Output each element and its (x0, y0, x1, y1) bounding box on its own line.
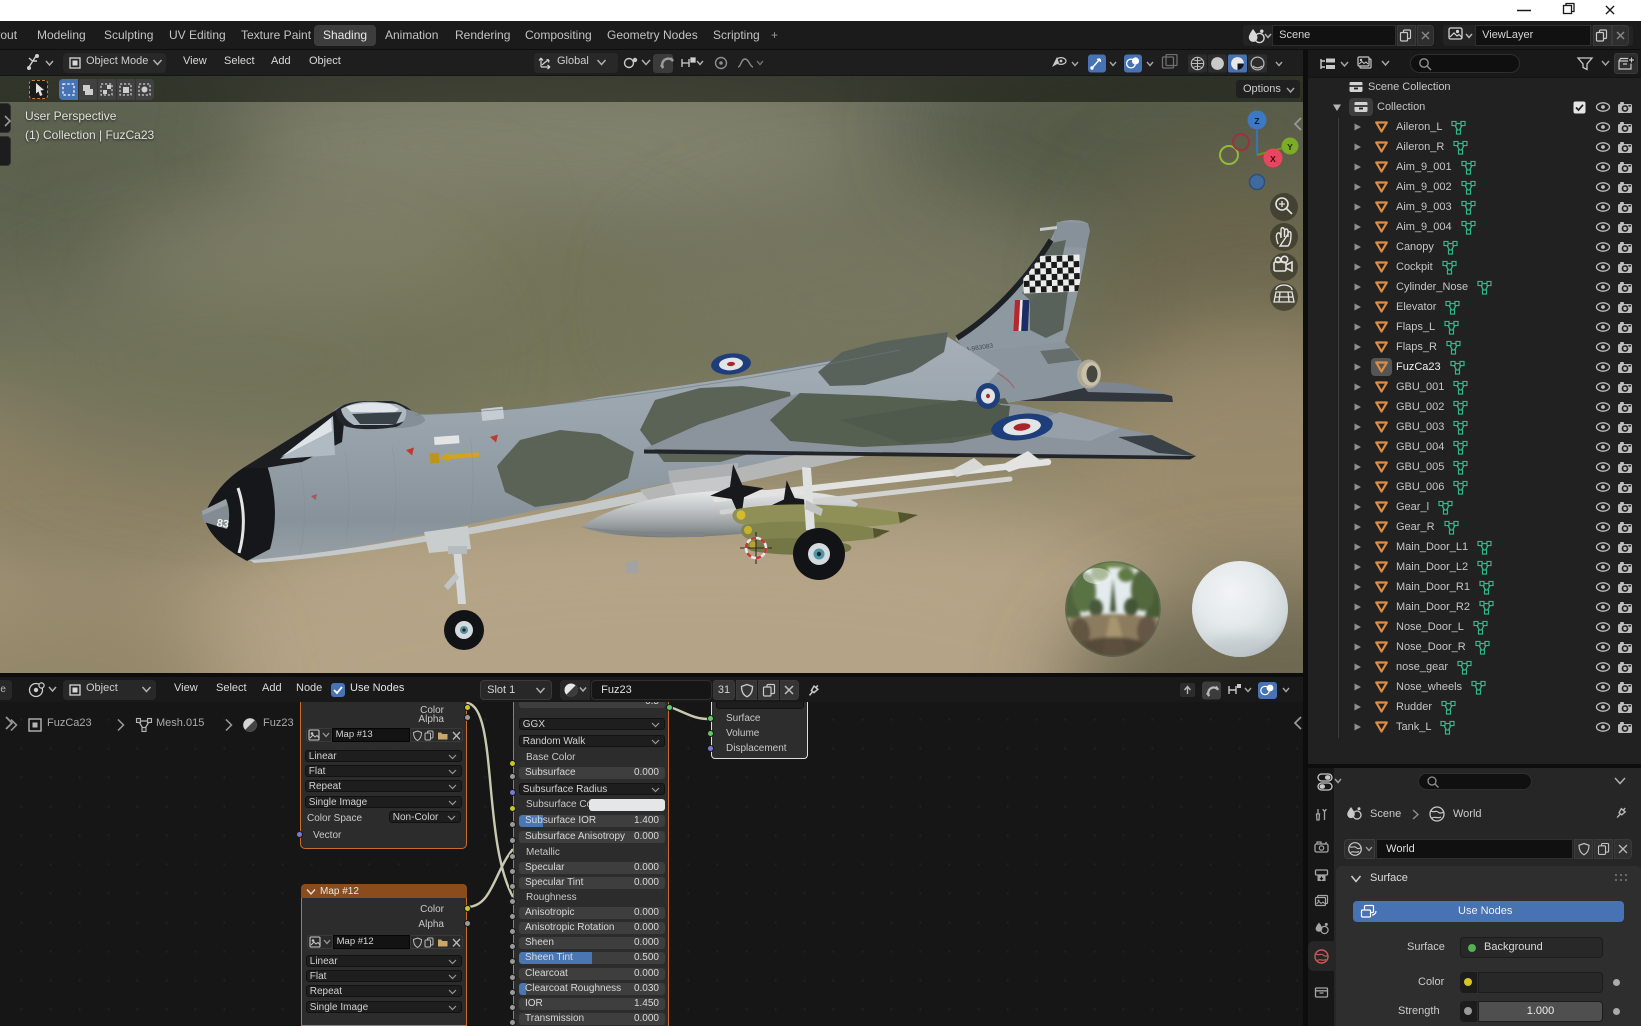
svg-text:X: X (1270, 154, 1276, 164)
svg-text:83: 83 (216, 517, 230, 531)
svg-text:Z: Z (1254, 116, 1259, 126)
svg-text:Y: Y (1287, 142, 1293, 152)
